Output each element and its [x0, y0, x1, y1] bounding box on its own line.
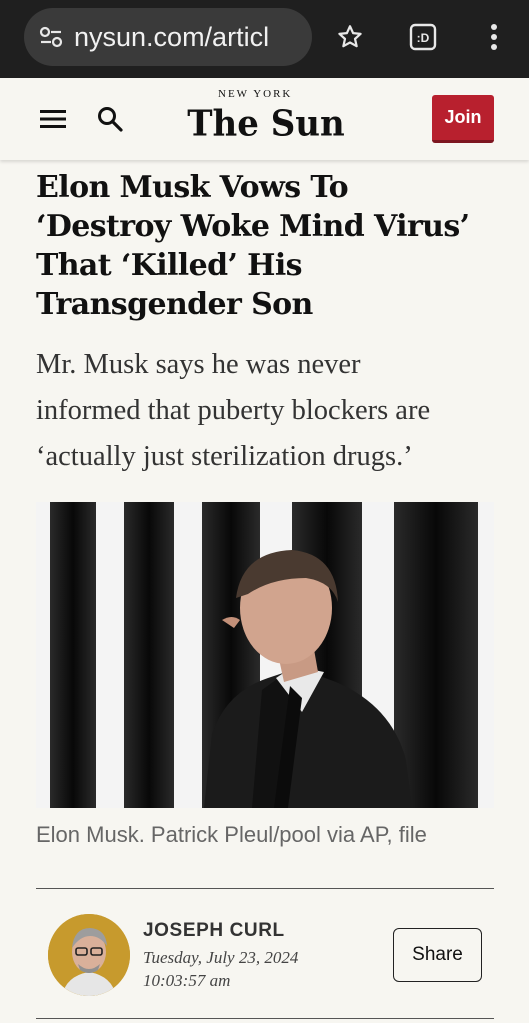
site-header: NEW YORK The Sun Join	[0, 78, 529, 160]
headline-line: Transgender Son	[36, 287, 313, 322]
tab-count-label: :D	[417, 31, 430, 45]
photo-caption: Elon Musk. Patrick Pleul/pool via AP, fi…	[36, 822, 427, 847]
headline-line: That ‘Killed’ His	[36, 248, 303, 283]
tab-switcher-button[interactable]: :D	[406, 20, 440, 54]
search-icon[interactable]	[96, 105, 124, 133]
headline-line: Elon Musk Vows To	[36, 170, 349, 205]
author-avatar[interactable]	[48, 914, 130, 996]
article-photo[interactable]	[36, 502, 494, 808]
share-button[interactable]: Share	[393, 928, 482, 982]
join-button[interactable]: Join	[432, 95, 494, 143]
bookmark-star-button[interactable]	[333, 20, 367, 54]
address-bar[interactable]: nysun.com/articl	[24, 8, 312, 66]
tune-icon[interactable]	[38, 24, 64, 50]
headline-line: ‘Destroy Woke Mind Virus’	[36, 209, 470, 244]
dek-line: ‘actually just sterilization drugs.’	[36, 441, 413, 472]
tab-switcher-icon: :D	[409, 23, 437, 51]
url-text[interactable]: nysun.com/articl	[74, 22, 310, 53]
dek-line: informed that puberty blockers are	[36, 395, 431, 426]
logo-the-sun: The Sun	[187, 103, 345, 145]
browser-toolbar: nysun.com/articl :D	[0, 0, 529, 78]
hamburger-menu-icon[interactable]	[40, 108, 66, 130]
byline-divider-bottom	[36, 1018, 494, 1019]
photo-illustration	[36, 502, 494, 808]
article-headline: Elon Musk Vows To ‘Destroy Woke Mind Vir…	[36, 168, 506, 324]
site-logo[interactable]: NEW YORK The Sun	[176, 86, 356, 156]
publish-date: Tuesday, July 23, 2024	[143, 948, 299, 967]
dek-line: Mr. Musk says he was never	[36, 349, 361, 380]
author-name[interactable]: JOSEPH CURL	[143, 920, 285, 942]
author-photo	[48, 914, 130, 996]
overflow-menu-button[interactable]	[477, 20, 511, 54]
article-subheadline: Mr. Musk says he was never informed that…	[36, 342, 506, 480]
publish-time: 10:03:57 am	[143, 971, 231, 990]
logo-new-york: NEW YORK	[218, 88, 293, 100]
byline-divider-top	[36, 888, 494, 889]
star-icon	[338, 25, 362, 48]
overflow-menu-icon	[491, 24, 497, 50]
